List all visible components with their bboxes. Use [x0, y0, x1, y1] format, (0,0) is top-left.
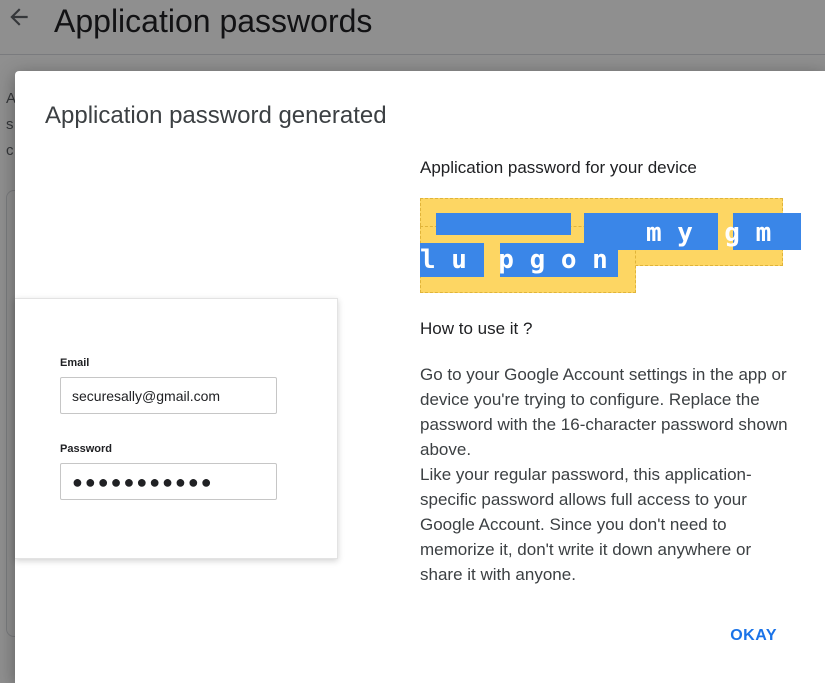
how-to-use-body: Go to your Google Account settings in th…	[420, 362, 795, 587]
dialog-title: Application password generated	[45, 102, 387, 129]
illustration-email-label: Email	[60, 357, 90, 369]
how-to-use-paragraph: Like your regular password, this applica…	[420, 465, 752, 584]
app-password-dialog: Application password generated Email sec…	[15, 71, 825, 683]
password-heading: Application password for your device	[420, 158, 697, 177]
illustration-password-label: Password	[60, 443, 112, 455]
illustration-email-field: securesally@gmail.com	[60, 377, 277, 414]
how-to-use-heading: How to use it ?	[420, 319, 533, 338]
illustration-email-value: securesally@gmail.com	[72, 388, 221, 404]
generated-password[interactable]: m y g m l u p g o n	[420, 198, 801, 293]
illustration-password-field: ●●●●●●●●●●●	[60, 463, 277, 500]
password-selection	[436, 213, 571, 235]
how-to-use-paragraph: Go to your Google Account settings in th…	[420, 365, 788, 459]
okay-button[interactable]: OKAY	[730, 623, 777, 649]
login-illustration: Email securesally@gmail.com Password ●●●…	[15, 298, 338, 559]
password-line2: l u p g o n	[420, 245, 608, 275]
password-line1: m y g m	[646, 218, 772, 248]
illustration-password-dots: ●●●●●●●●●●●	[72, 472, 214, 492]
